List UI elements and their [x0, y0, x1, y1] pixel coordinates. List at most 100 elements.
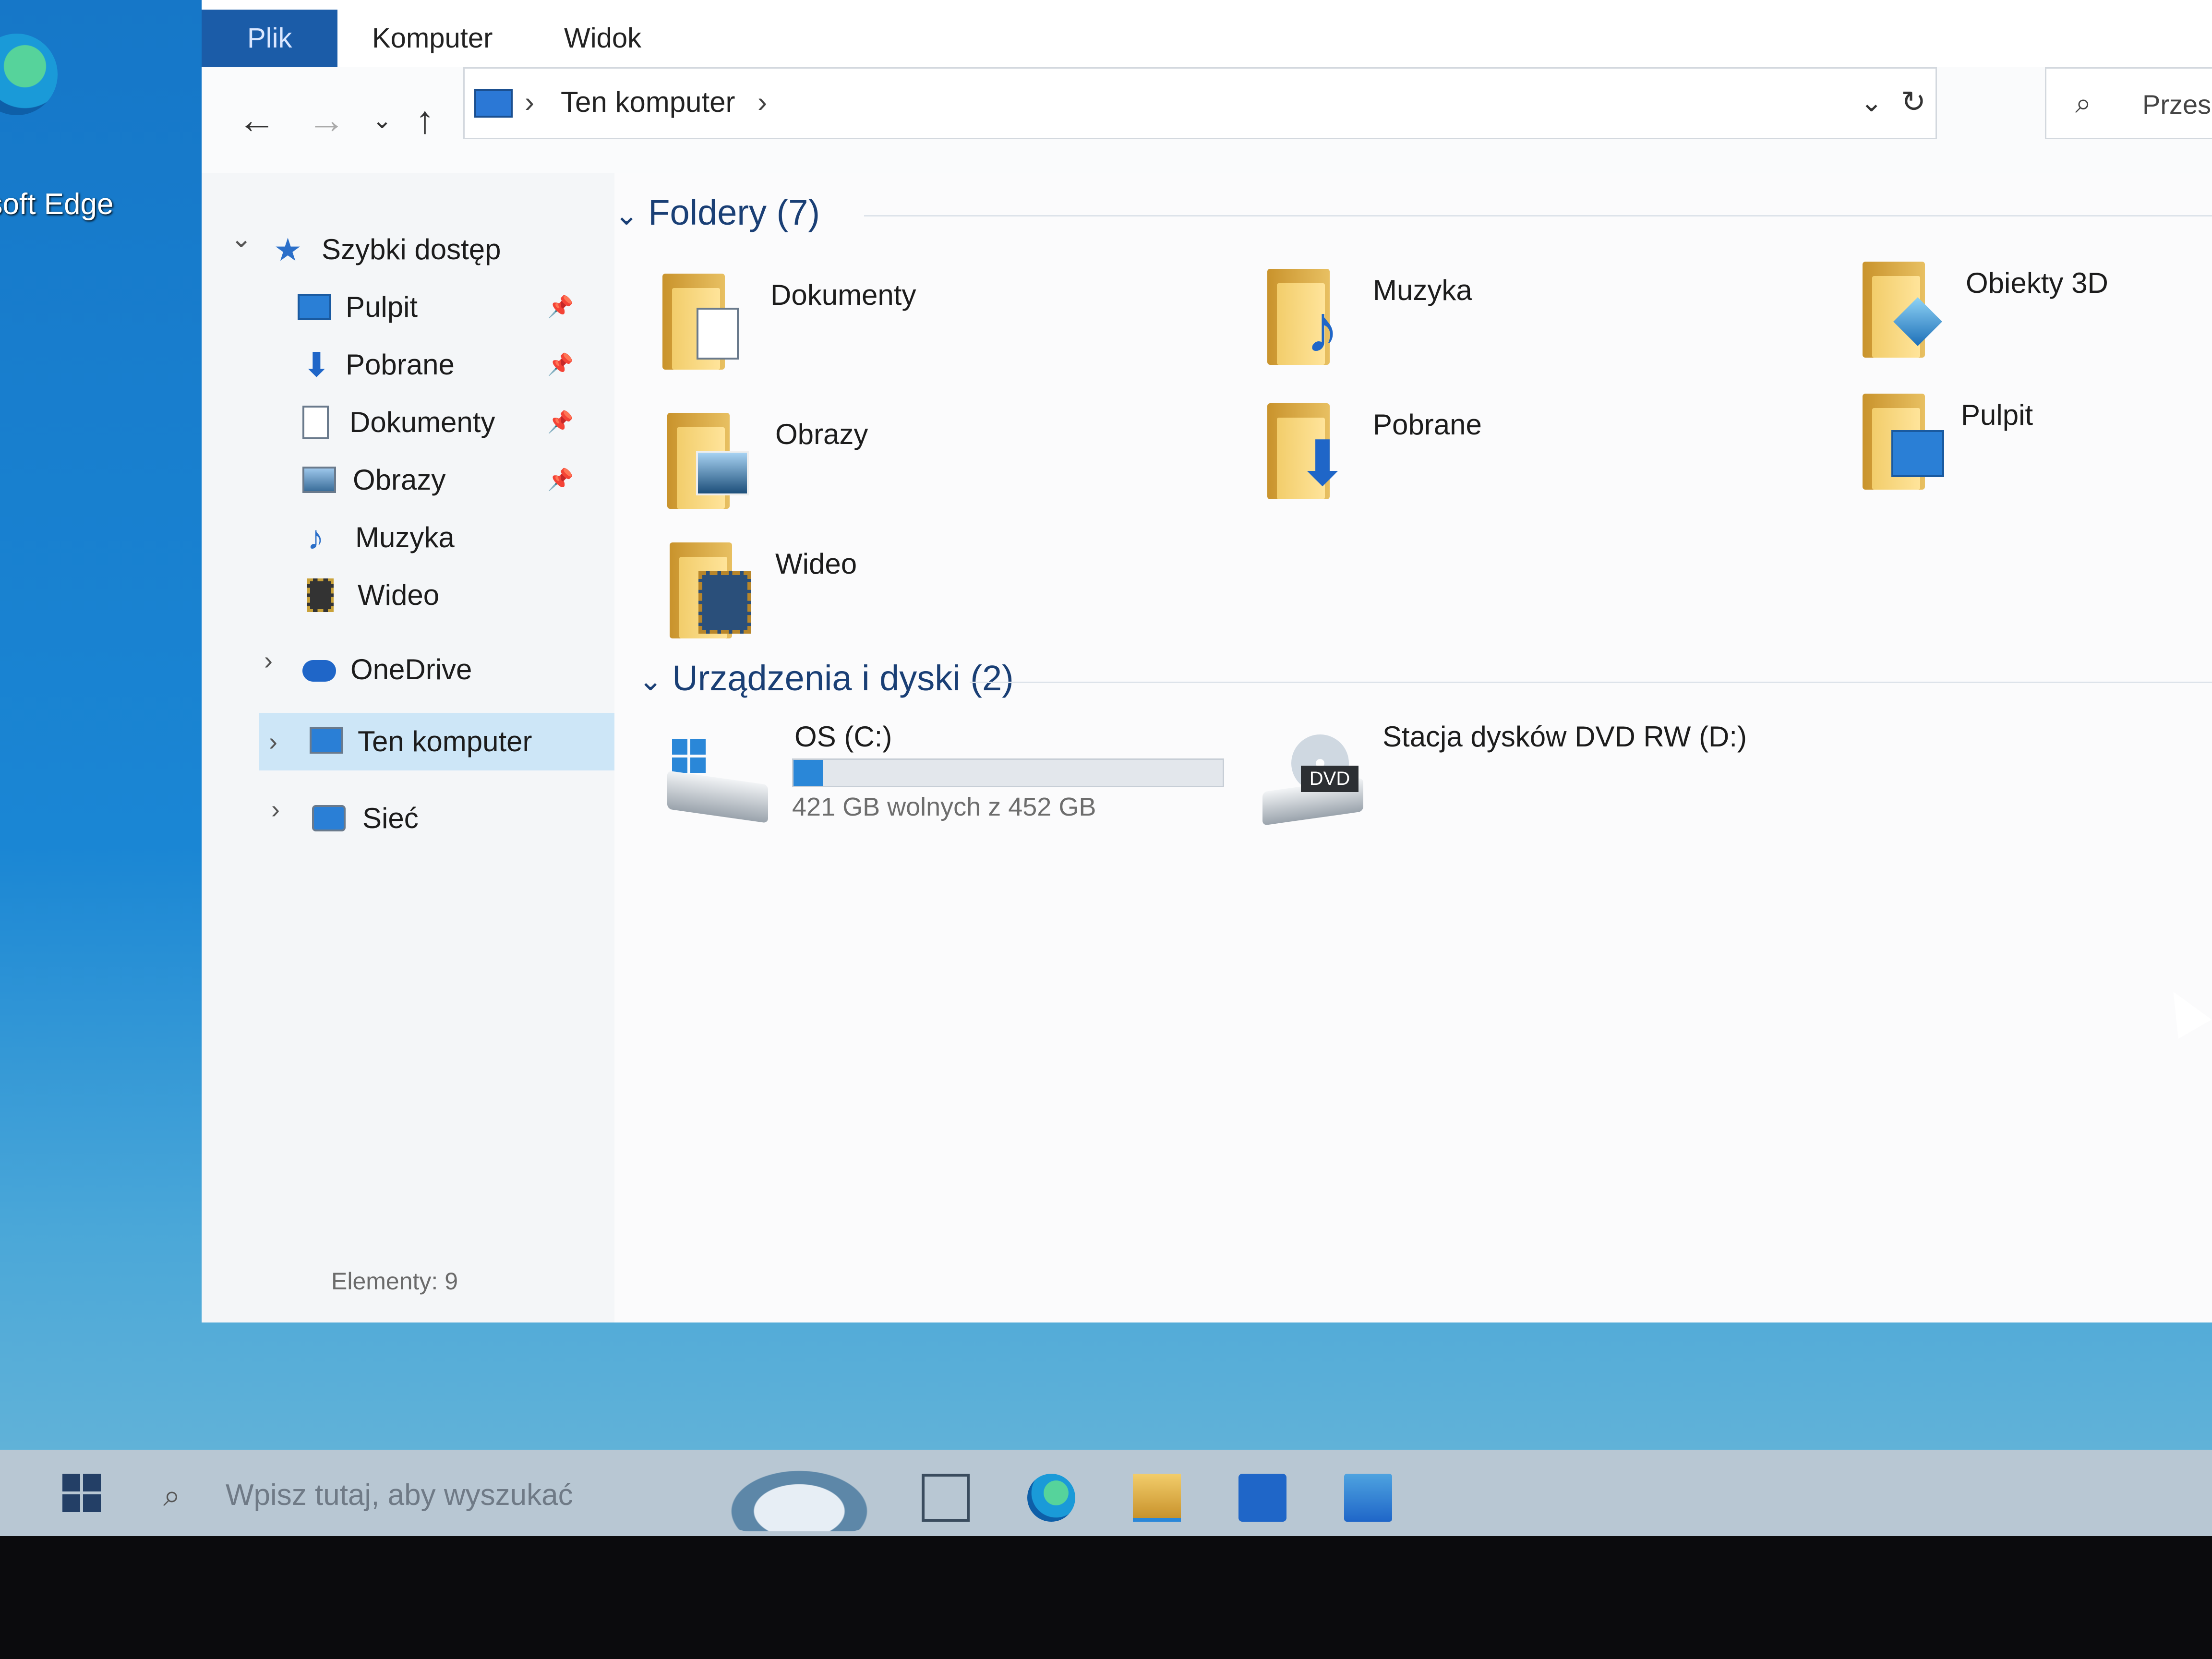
edge-icon[interactable] — [1027, 1474, 1075, 1522]
file-explorer-window: Plik Komputer Widok ← → ⌄ ↑ › Ten komput… — [202, 0, 2212, 1322]
nav-label: Ten komputer — [358, 725, 532, 757]
breadcrumb-separator[interactable]: › — [757, 78, 767, 126]
expand-chevron-icon[interactable]: › — [269, 713, 277, 770]
pin-icon[interactable]: 📌 — [547, 394, 574, 451]
pin-icon[interactable]: 📌 — [547, 336, 574, 394]
group-divider — [970, 682, 2212, 683]
search-icon: ⌕ — [2075, 87, 2092, 119]
collapse-chevron-icon: ⌄ — [614, 199, 639, 231]
task-view-icon[interactable] — [922, 1474, 970, 1522]
address-dropdown-icon[interactable]: ⌄ — [1860, 78, 1883, 126]
nav-item-network[interactable]: Sieć — [312, 790, 571, 847]
breadcrumb-this-pc[interactable]: Ten komputer — [561, 78, 735, 126]
nav-label: Muzyka — [355, 521, 455, 553]
taskbar: ⌕ Wpisz tutaj, aby wyszukać — [0, 1450, 2212, 1536]
content-pane: ⌄ Foldery (7) Dokumenty ♪ Muzyka Obiekty… — [614, 173, 2212, 1322]
devices-group-header[interactable]: ⌄ Urządzenia i dyski (2) — [638, 658, 1014, 698]
folder-tile-obiekty-3d[interactable]: Obiekty 3D — [1863, 257, 2199, 382]
nav-item-wideo[interactable]: Wideo — [298, 566, 576, 624]
nav-label: Szybki dostęp — [322, 233, 501, 265]
search-highlight-illustration — [720, 1464, 878, 1531]
drive-label: Stacja dysków DVD RW (D:) — [1382, 721, 1747, 753]
pin-icon[interactable]: 📌 — [547, 451, 574, 509]
pictures-icon — [302, 467, 336, 493]
folder-tile-pulpit[interactable]: Pulpit — [1863, 389, 2199, 514]
desktop-shortcut-label: osoft Edge — [0, 188, 114, 221]
this-pc-icon — [474, 89, 513, 118]
refresh-icon[interactable]: ↻ — [1901, 78, 1926, 126]
search-icon: ⌕ — [163, 1478, 180, 1513]
search-box[interactable]: ⌕ Przesz — [2045, 67, 2212, 139]
folder-label: Wideo — [775, 548, 857, 580]
expand-chevron-icon[interactable]: › — [264, 646, 273, 675]
group-divider — [864, 215, 2212, 216]
folder-label: Pulpit — [1961, 399, 2033, 431]
music-icon: ♪ — [307, 519, 324, 556]
tab-widok[interactable]: Widok — [564, 10, 641, 67]
collapse-chevron-icon: ⌄ — [638, 664, 663, 697]
breadcrumb-separator[interactable]: › — [525, 78, 534, 126]
drive-usage-bar — [792, 758, 1224, 787]
nav-item-onedrive[interactable]: OneDrive — [302, 641, 571, 698]
document-icon — [302, 406, 329, 439]
nav-label: Sieć — [362, 802, 419, 834]
folder-tile-obrazy[interactable]: Obrazy — [667, 408, 1243, 533]
documents-folder-icon — [662, 269, 749, 370]
address-bar[interactable]: › Ten komputer › ⌄ ↻ — [463, 67, 1937, 139]
drive-tile-c[interactable]: OS (C:) 421 GB wolnych z 452 GB — [667, 720, 1291, 845]
drive-tile-d[interactable]: DVD Stacja dysków DVD RW (D:) — [1262, 720, 1887, 845]
desktop: osoft Edge Plik Komputer Widok ← → ⌄ ↑ ›… — [0, 0, 2212, 1536]
nav-item-pobrane[interactable]: ⬇ Pobrane 📌 — [298, 336, 576, 394]
store-icon[interactable] — [1238, 1474, 1286, 1522]
pictures-folder-icon — [667, 408, 754, 509]
folder-label: Obrazy — [775, 418, 868, 450]
cloud-icon — [302, 660, 336, 682]
desktop-icon — [298, 294, 331, 320]
nav-item-pulpit[interactable]: Pulpit 📌 — [298, 278, 576, 336]
desktop-shortcut-edge[interactable]: osoft Edge — [0, 29, 115, 221]
music-folder-icon: ♪ — [1267, 264, 1354, 366]
folder-tile-pobrane[interactable]: ⬇ Pobrane — [1267, 398, 1843, 523]
drive-usage-fill — [793, 760, 823, 786]
folder-label: Muzyka — [1373, 274, 1472, 306]
mail-icon[interactable] — [1344, 1474, 1392, 1522]
start-button[interactable] — [62, 1474, 101, 1512]
status-item-count: Elementy: 9 — [331, 1268, 458, 1295]
recent-locations-chevron-icon[interactable]: ⌄ — [372, 96, 392, 144]
nav-label: Pulpit — [346, 291, 418, 323]
folder-tile-wideo[interactable]: Wideo — [670, 538, 1246, 662]
nav-item-this-pc[interactable]: › Ten komputer — [259, 713, 614, 770]
folder-tile-muzyka[interactable]: ♪ Muzyka — [1267, 264, 1843, 389]
edge-icon — [0, 34, 58, 115]
desktop-folder-icon — [1863, 389, 1949, 490]
navigation-bar: ← → ⌄ ↑ › Ten komputer › ⌄ ↻ ⌕ Przesz — [202, 67, 2212, 173]
download-icon: ⬇ — [302, 346, 331, 384]
pin-icon[interactable]: 📌 — [547, 278, 574, 336]
nav-label: Obrazy — [353, 464, 446, 496]
tab-plik[interactable]: Plik — [202, 10, 338, 67]
folder-label: Pobrane — [1373, 409, 1482, 441]
expand-chevron-icon[interactable]: › — [271, 794, 280, 824]
video-icon — [307, 578, 334, 612]
back-arrow-icon[interactable]: ← — [238, 96, 276, 144]
folders-group-header[interactable]: ⌄ Foldery (7) — [614, 192, 820, 233]
nav-item-obrazy[interactable]: Obrazy 📌 — [298, 451, 576, 509]
nav-label: OneDrive — [350, 653, 472, 685]
up-arrow-icon[interactable]: ↑ — [415, 96, 434, 144]
nav-label: Wideo — [358, 579, 440, 611]
nav-label: Pobrane — [346, 349, 455, 381]
folder-label: Dokumenty — [770, 279, 916, 311]
nav-quick-access[interactable]: ★ Szybki dostęp — [274, 221, 562, 278]
ribbon: Plik Komputer Widok — [202, 0, 2212, 68]
forward-arrow-icon[interactable]: → — [307, 96, 346, 144]
folder-tile-dokumenty[interactable]: Dokumenty — [662, 269, 1238, 394]
downloads-folder-icon: ⬇ — [1267, 398, 1354, 499]
star-icon: ★ — [274, 232, 302, 267]
tab-komputer[interactable]: Komputer — [372, 10, 493, 67]
videos-folder-icon — [670, 538, 756, 638]
nav-item-muzyka[interactable]: ♪ Muzyka — [298, 509, 576, 566]
file-explorer-icon[interactable] — [1133, 1474, 1181, 1522]
nav-item-dokumenty[interactable]: Dokumenty 📌 — [298, 394, 576, 451]
nav-label: Dokumenty — [349, 406, 495, 438]
collapse-chevron-icon[interactable]: ⌄ — [230, 223, 252, 253]
